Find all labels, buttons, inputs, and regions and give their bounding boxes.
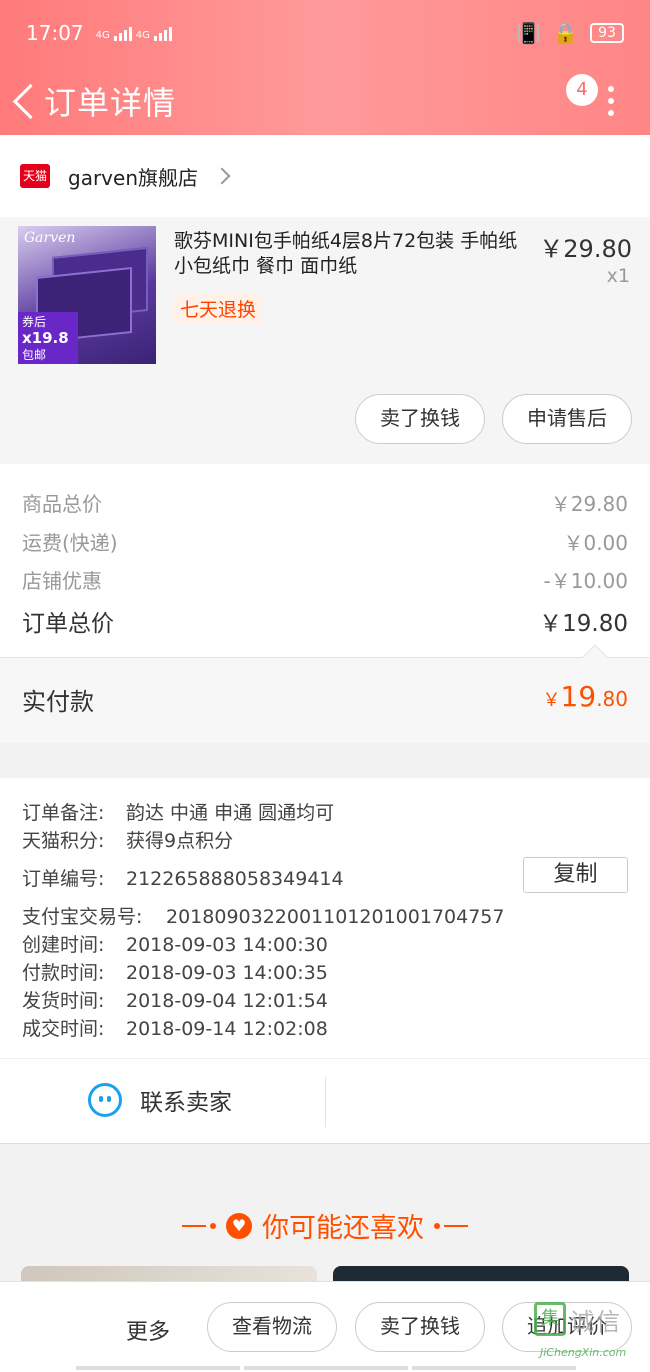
gesture-bar [76, 1366, 576, 1370]
info-row: 创建时间: 2018-09-03 14:00:30 [22, 934, 328, 956]
resell-button[interactable]: 卖了换钱 [355, 394, 485, 444]
resell-button[interactable]: 卖了换钱 [355, 1302, 485, 1352]
shop-name: garven旗舰店 [68, 165, 198, 190]
order-total-row: 订单总价 ￥19.80 [22, 611, 628, 637]
more-menu-icon[interactable]: 4 [566, 74, 616, 116]
return-policy-tag: 七天退换 [174, 293, 263, 324]
contact-seller-button[interactable]: 联系卖家 [88, 1083, 232, 1117]
info-row: 付款时间: 2018-09-03 14:00:35 [22, 962, 328, 984]
paid-label: 实付款 [22, 688, 94, 716]
divider [325, 1077, 326, 1127]
back-arrow-icon[interactable] [10, 81, 40, 121]
info-row: 发货时间: 2018-09-04 12:01:54 [22, 990, 328, 1012]
status-time: 17:07 [26, 21, 84, 45]
paid-amount: ￥19.80 [542, 680, 628, 713]
summary-row: 商品总价 ￥29.80 [22, 492, 628, 516]
status-bar: 17:07 4G 4G 📳 🔒 93 [0, 0, 650, 66]
notification-badge: 4 [566, 74, 598, 106]
tmall-logo-icon: 天猫 [20, 164, 50, 188]
price-summary: 商品总价 ￥29.80 运费(快递) ￥0.00 店铺优惠 -￥10.00 订单总价 ￥… [0, 464, 650, 657]
product-price: ￥29.80 [539, 235, 632, 263]
info-row: 天猫积分: 获得9点积分 [22, 830, 234, 852]
info-row: 支付宝交易号: 2018090322001101201001704757 [22, 906, 505, 928]
product-image[interactable]: Garven 券后 x19.8 包邮 [18, 226, 156, 364]
recommend-title: ♥ 你可能还喜欢 [0, 1206, 650, 1245]
page-title: 订单详情 [44, 83, 177, 122]
product-card[interactable]: Garven 券后 x19.8 包邮 歌芬MINI包手帕纸4层8片72包装 手帕纸 … [0, 217, 650, 464]
battery-icon: 93 [590, 23, 624, 43]
nav-bar: 订单详情 4 [0, 66, 650, 135]
lock-icon: 🔒 [553, 21, 579, 45]
vibrate-icon: 📳 [516, 21, 542, 45]
after-sale-button[interactable]: 申请售后 [502, 394, 632, 444]
chat-smile-icon [88, 1083, 122, 1117]
contact-bar: 联系卖家 [0, 1058, 650, 1144]
view-logistics-button[interactable]: 查看物流 [207, 1302, 337, 1352]
order-info: 订单备注: 韵达 中通 申通 圆通均可 天猫积分: 获得9点积分 订单编号: 2122… [0, 778, 650, 1058]
signal-icon: 4G 4G [96, 25, 172, 41]
summary-row: 运费(快递) ￥0.00 [22, 531, 628, 555]
product-quantity: x1 [606, 265, 630, 287]
summary-row: 店铺优惠 -￥10.00 [22, 569, 628, 593]
app-header: 17:07 4G 4G 📳 🔒 93 订单详情 4 [0, 0, 650, 135]
info-row: 订单备注: 韵达 中通 申通 圆通均可 [22, 802, 335, 824]
heart-icon: ♥ [226, 1212, 252, 1239]
paid-amount-row: 实付款 ￥19.80 [0, 644, 650, 743]
bottom-action-bar: 更多 查看物流 卖了换钱 追加评价 集 诚信 JiChengXin.com [0, 1281, 650, 1372]
chevron-right-icon [213, 167, 231, 185]
watermark-logo: 集 诚信 JiChengXin.com [534, 1302, 644, 1362]
info-row: 成交时间: 2018-09-14 12:02:08 [22, 1018, 328, 1040]
copy-button[interactable]: 复制 [523, 857, 628, 893]
order-number-row: 订单编号: 2122658880583494​14 [22, 868, 344, 890]
shop-row[interactable]: 天猫 garven旗舰店 [0, 135, 650, 217]
product-title: 歌芬MINI包手帕纸4层8片72包装 手帕纸 小包纸巾 餐巾 面巾纸 [174, 230, 518, 277]
more-button[interactable]: 更多 [126, 1314, 170, 1346]
